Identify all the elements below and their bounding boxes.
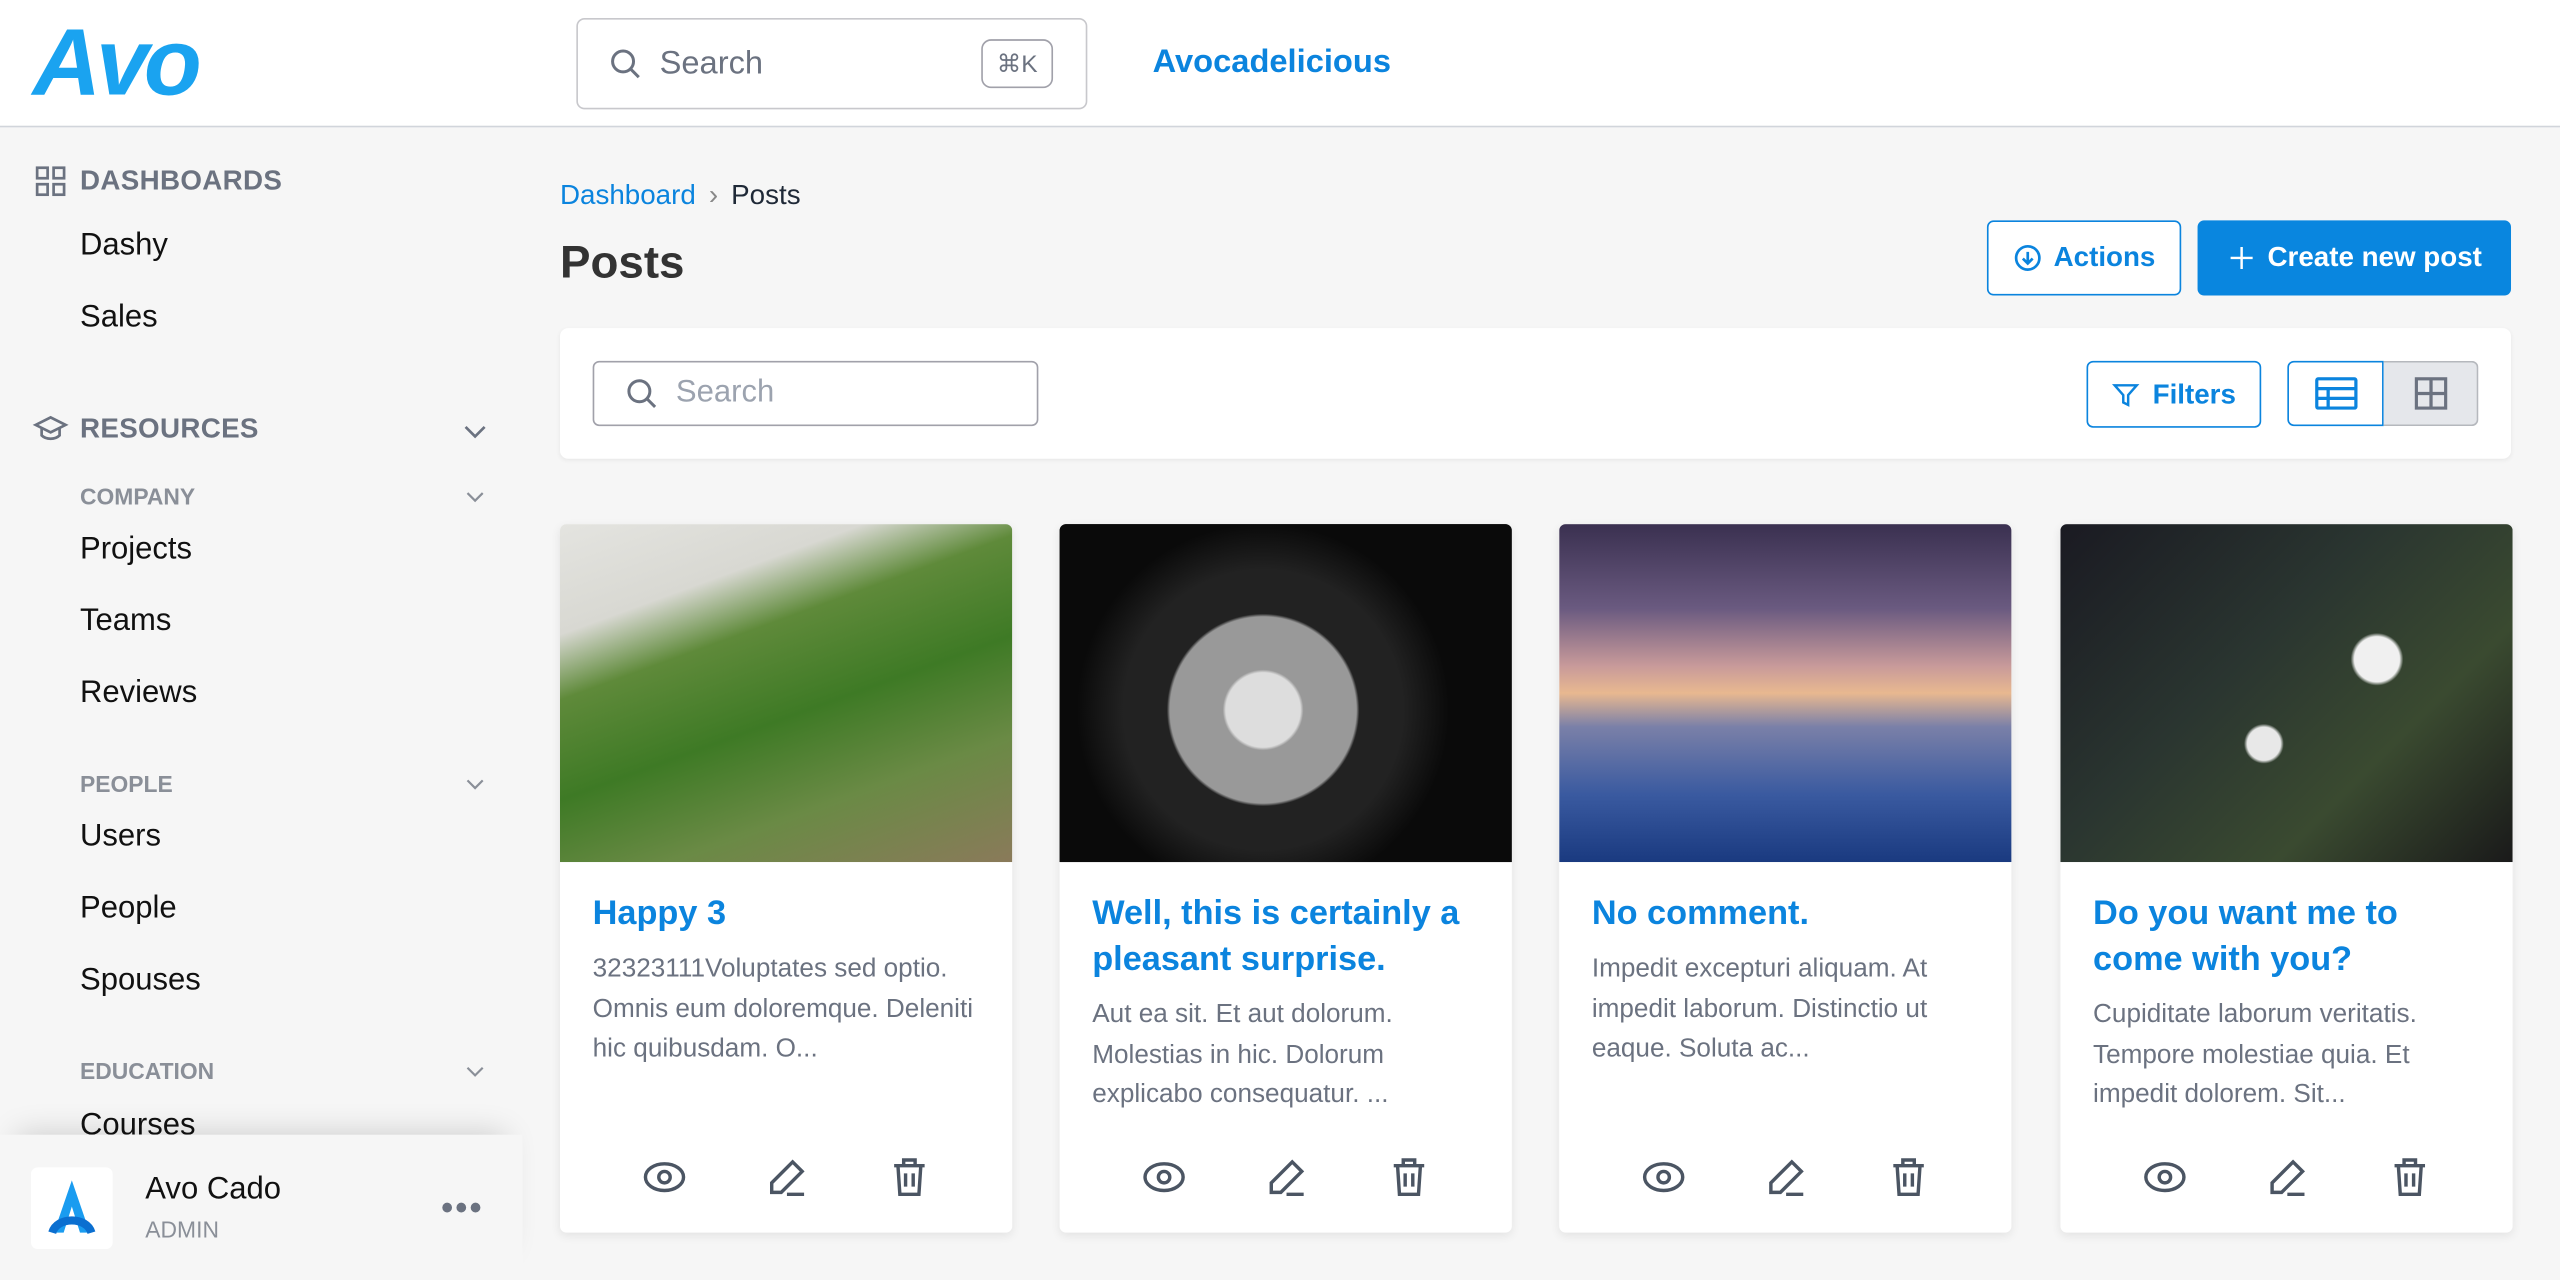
delete-trash-icon[interactable] [2386,1154,2432,1200]
delete-trash-icon[interactable] [1885,1154,1931,1200]
edit-pencil-icon[interactable] [1762,1154,1808,1200]
view-eye-icon[interactable] [1140,1154,1186,1200]
group-company[interactable]: COMPANY [80,483,195,509]
brand-link[interactable]: Avocadelicious [1153,44,1391,82]
post-image[interactable] [1559,524,2012,863]
actions-label: Actions [2053,241,2156,273]
search-icon [611,49,640,79]
post-image[interactable] [1059,524,1512,863]
dashboards-heading: DASHBOARDS [33,163,283,199]
sidebar-item-sales[interactable]: Sales [80,300,158,336]
global-search[interactable]: Search ⌘K [576,17,1088,110]
view-toggle [2287,360,2479,427]
plus-icon [2230,246,2253,269]
delete-trash-icon[interactable] [1385,1154,1431,1200]
sidebar-item-users[interactable]: Users [80,820,161,856]
graduation-cap-icon [32,415,69,441]
delete-trash-icon[interactable] [886,1154,932,1200]
actions-button[interactable]: Actions [1986,220,2182,296]
view-eye-icon[interactable] [1640,1154,1686,1200]
post-excerpt: Impedit excepturi aliquam. At impedit la… [1591,955,1928,1063]
avatar [31,1167,113,1249]
post-card[interactable]: Do you want me to come with you? Cupidit… [2060,524,2513,1233]
edit-pencil-icon[interactable] [1263,1154,1309,1200]
group-people[interactable]: PEOPLE [80,771,173,797]
grid-icon [35,166,66,197]
post-image[interactable] [559,524,1013,863]
dashboards-label: DASHBOARDS [79,164,283,196]
chevron-down-icon[interactable] [462,483,488,509]
post-title[interactable]: No comment. [1559,862,2011,937]
chevron-down-icon[interactable] [462,1058,488,1084]
chevron-right-icon: › [708,179,719,211]
filters-label: Filters [2152,377,2236,409]
sidebar-item-reviews[interactable]: Reviews [80,676,197,712]
resources-heading[interactable]: RESOURCES [32,411,259,447]
sidebar-item-people[interactable]: People [80,891,177,927]
table-view-button[interactable] [2287,360,2384,427]
breadcrumb: Dashboard › Posts [560,180,801,213]
post-actions [560,1154,1012,1200]
user-profile: Avo Cado ADMIN ••• [0,1134,523,1280]
sidebar: DASHBOARDS Dashy Sales RESOURCES COMPANY… [0,127,522,1280]
sidebar-item-teams[interactable]: Teams [80,604,171,640]
post-title[interactable]: Happy 3 [560,862,1012,937]
user-role: ADMIN [145,1216,219,1243]
table-icon [2314,377,2357,410]
breadcrumb-current: Posts [731,179,801,211]
top-bar: Avo Search ⌘K Avocadelicious [0,0,2560,128]
filter-icon [2112,383,2141,407]
group-education[interactable]: EDUCATION [80,1058,214,1084]
sidebar-item-dashy[interactable]: Dashy [80,229,168,265]
post-card[interactable]: No comment. Impedit excepturi aliquam. A… [1559,524,2012,1233]
chevron-down-icon[interactable] [459,415,492,448]
post-excerpt: 32323111Voluptates sed optio. Omnis eum … [592,955,974,1063]
grid-icon [2413,377,2447,410]
post-actions [1060,1154,1512,1200]
post-title[interactable]: Do you want me to come with you? [2060,862,2512,983]
post-actions [2060,1154,2512,1200]
sidebar-item-projects[interactable]: Projects [80,532,192,568]
chevron-down-icon[interactable] [462,771,488,797]
post-card[interactable]: Well, this is certainly a pleasant surpr… [1059,524,1512,1233]
shortcut-badge: ⌘K [981,39,1054,89]
search-icon [627,379,657,408]
sidebar-item-spouses[interactable]: Spouses [80,963,201,999]
search-placeholder: Search [675,375,775,410]
post-card[interactable]: Happy 3 32323111Voluptates sed optio. Om… [559,524,1013,1233]
view-eye-icon[interactable] [641,1154,687,1200]
search-input[interactable]: Search [592,360,1039,427]
post-actions [1559,1154,2011,1200]
edit-pencil-icon[interactable] [763,1154,809,1200]
post-excerpt: Aut ea sit. Et aut dolorum. Molestias in… [1092,1000,1393,1109]
arrow-down-circle-icon [2014,244,2041,271]
breadcrumb-dashboard-link[interactable]: Dashboard [560,180,696,211]
resources-label: RESOURCES [79,413,259,445]
post-title[interactable]: Well, this is certainly a pleasant surpr… [1060,862,1512,983]
page-title: Posts [559,236,685,288]
user-name: Avo Cado [145,1172,281,1207]
search-placeholder: Search [659,44,764,81]
post-excerpt: Cupiditate laborum veritatis. Tempore mo… [2093,1000,2417,1109]
post-image[interactable] [2060,524,2513,863]
view-eye-icon[interactable] [2141,1154,2187,1200]
create-new-post-button[interactable]: Create new post [2197,220,2512,296]
avo-logo[interactable]: Avo [33,16,202,111]
edit-pencil-icon[interactable] [2264,1154,2310,1200]
toolbar-panel: Search Filters [559,328,2512,459]
grid-view-button[interactable] [2383,360,2479,427]
filters-button[interactable]: Filters [2086,360,2262,428]
more-options-icon[interactable]: ••• [441,1187,484,1229]
create-label: Create new post [2267,241,2482,273]
